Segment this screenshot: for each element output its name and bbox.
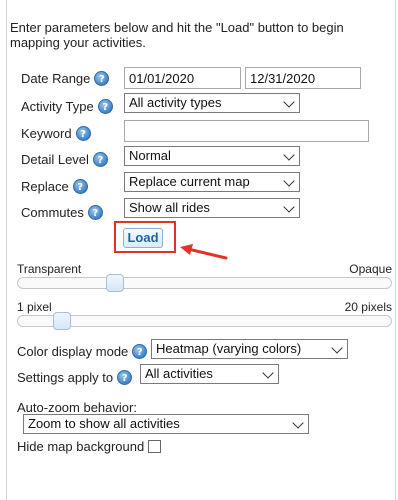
help-icon[interactable]: ?: [94, 70, 110, 86]
line-width-slider-thumb[interactable]: [52, 312, 71, 330]
help-icon[interactable]: ?: [72, 178, 88, 194]
date-range-label: Date Range: [21, 70, 91, 86]
date-range-row: Date Range ?: [21, 67, 110, 89]
settings-apply-value: All activities: [145, 366, 213, 381]
color-mode-row: Color display mode ?: [17, 340, 148, 362]
commutes-label: Commutes: [21, 204, 84, 220]
help-icon[interactable]: ?: [97, 98, 113, 114]
intro-text: Enter parameters below and hit the "Load…: [10, 20, 344, 50]
end-date-input[interactable]: [245, 67, 361, 89]
line-width-max-label: 20 pixels: [344, 300, 392, 314]
replace-value: Replace current map: [129, 174, 250, 189]
activity-type-row: Activity Type ?: [21, 95, 113, 117]
chevron-down-icon: [283, 175, 295, 187]
settings-apply-row: Settings apply to ?: [17, 366, 133, 388]
color-mode-select[interactable]: Heatmap (varying colors): [151, 339, 348, 359]
line-width-slider[interactable]: [17, 315, 392, 327]
load-highlight-box: Load: [114, 221, 176, 253]
replace-label: Replace: [21, 178, 69, 194]
keyword-label: Keyword: [21, 125, 72, 141]
help-icon[interactable]: ?: [75, 125, 91, 141]
help-icon[interactable]: ?: [87, 204, 103, 220]
color-mode-label: Color display mode: [17, 343, 129, 359]
hide-bg-row: Hide map background: [17, 435, 162, 457]
activity-type-select[interactable]: All activity types: [124, 93, 300, 113]
commutes-value: Show all rides: [129, 200, 210, 215]
replace-select[interactable]: Replace current map: [124, 172, 300, 192]
keyword-row: Keyword ?: [21, 122, 91, 144]
help-icon[interactable]: ?: [92, 151, 108, 167]
help-icon[interactable]: ?: [132, 343, 148, 359]
replace-row: Replace ?: [21, 175, 88, 197]
hide-bg-checkbox[interactable]: [148, 439, 162, 453]
chevron-down-icon: [283, 149, 295, 161]
chevron-down-icon: [283, 201, 295, 213]
chevron-down-icon: [262, 367, 274, 379]
settings-apply-select[interactable]: All activities: [140, 364, 279, 384]
settings-apply-label: Settings apply to: [17, 369, 114, 385]
line-width-min-label: 1 pixel: [17, 300, 52, 314]
commutes-select[interactable]: Show all rides: [124, 198, 300, 218]
keyword-input[interactable]: [124, 120, 369, 142]
auto-zoom-label: Auto-zoom behavior:: [17, 400, 137, 415]
chevron-down-icon: [292, 417, 304, 429]
chevron-down-icon: [331, 342, 343, 354]
activity-type-label: Activity Type: [21, 98, 94, 114]
chevron-down-icon: [283, 96, 295, 108]
auto-zoom-select[interactable]: Zoom to show all activities: [23, 414, 309, 434]
detail-level-label: Detail Level: [21, 151, 89, 167]
opacity-min-label: Transparent: [17, 262, 82, 276]
opacity-slider-thumb[interactable]: [106, 274, 125, 292]
color-mode-value: Heatmap (varying colors): [156, 341, 302, 356]
detail-level-row: Detail Level ?: [21, 148, 108, 170]
detail-level-value: Normal: [129, 148, 171, 163]
auto-zoom-value: Zoom to show all activities: [28, 416, 180, 431]
opacity-max-label: Opaque: [349, 262, 392, 276]
commutes-row: Commutes ?: [21, 201, 103, 223]
opacity-slider[interactable]: [17, 277, 392, 289]
hide-bg-label: Hide map background: [17, 438, 145, 454]
help-icon[interactable]: ?: [117, 369, 133, 385]
red-arrow-icon: [180, 244, 228, 260]
load-button[interactable]: Load: [123, 228, 163, 248]
start-date-input[interactable]: [124, 67, 241, 89]
activity-type-value: All activity types: [129, 95, 222, 110]
detail-level-select[interactable]: Normal: [124, 146, 300, 166]
